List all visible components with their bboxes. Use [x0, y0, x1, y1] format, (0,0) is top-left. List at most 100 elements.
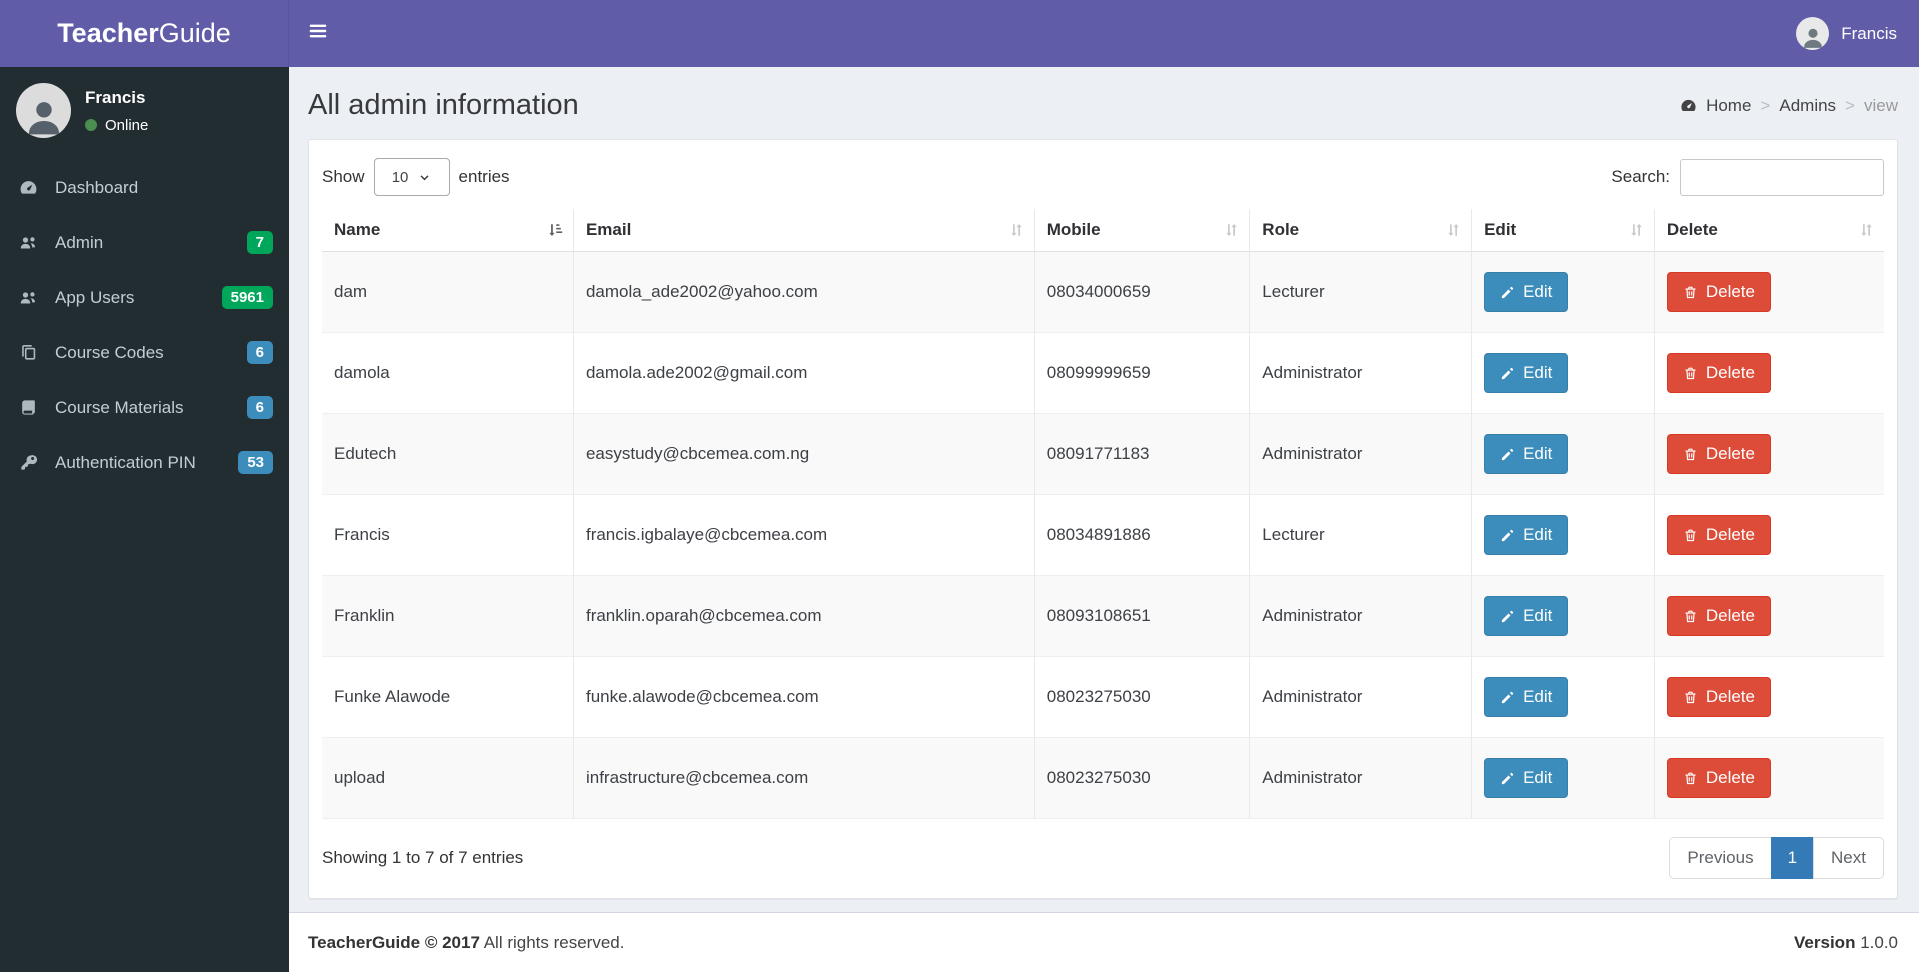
page-size-value: 10	[391, 168, 409, 186]
delete-button[interactable]: Delete	[1666, 596, 1771, 636]
sidebar-item-authentication-pin[interactable]: Authentication PIN 53	[0, 435, 289, 490]
brand-logo[interactable]: Teacher Guide	[0, 0, 289, 67]
column-header-name[interactable]: Name	[322, 209, 574, 252]
edit-button[interactable]: Edit	[1484, 758, 1569, 798]
trash-icon	[1683, 447, 1698, 462]
delete-button[interactable]: Delete	[1666, 434, 1771, 474]
show-label: Show	[322, 167, 365, 186]
delete-button[interactable]: Delete	[1666, 758, 1771, 798]
cell-edit: Edit	[1471, 494, 1655, 576]
delete-button[interactable]: Delete	[1666, 515, 1771, 555]
cell-email: franklin.oparah@cbcemea.com	[573, 575, 1035, 657]
cell-delete: Delete	[1654, 252, 1884, 333]
page-length-control: Show 10 entries	[322, 158, 510, 196]
cell-name: dam	[322, 251, 574, 333]
cell-role: Administrator	[1249, 332, 1473, 414]
sidebar-item-icon	[19, 343, 44, 362]
breadcrumb-admins-link[interactable]: Admins	[1779, 96, 1836, 116]
cell-email: infrastructure@cbcemea.com	[573, 737, 1035, 819]
edit-button[interactable]: Edit	[1484, 515, 1569, 555]
column-header-mobile[interactable]: Mobile	[1034, 209, 1251, 252]
cell-delete: Delete	[1654, 738, 1884, 819]
sidebar-avatar	[16, 83, 71, 138]
trash-icon	[1683, 528, 1698, 543]
edit-button[interactable]: Edit	[1484, 353, 1569, 393]
cell-delete: Delete	[1654, 414, 1884, 495]
pagination-page-1[interactable]: 1	[1770, 837, 1815, 879]
top-navbar: Francis	[289, 0, 1919, 67]
cell-mobile: 08099999659	[1034, 332, 1251, 414]
cell-edit: Edit	[1471, 656, 1655, 738]
sidebar-item-dashboard[interactable]: Dashboard	[0, 160, 289, 215]
pagination: Previous 1 Next	[1669, 837, 1884, 879]
chevron-down-icon	[418, 171, 431, 184]
cell-edit: Edit	[1471, 575, 1655, 657]
sidebar-item-badge: 53	[238, 451, 273, 474]
cell-email: damola.ade2002@gmail.com	[573, 332, 1035, 414]
sort-both-icon	[1445, 222, 1462, 239]
trash-icon	[1683, 690, 1698, 705]
cell-role: Administrator	[1249, 656, 1473, 738]
column-header-delete[interactable]: Delete	[1654, 209, 1884, 252]
cell-edit: Edit	[1471, 737, 1655, 819]
cell-name: Edutech	[322, 413, 574, 495]
edit-button[interactable]: Edit	[1484, 272, 1569, 312]
table-row: Funke Alawode funke.alawode@cbcemea.com …	[322, 656, 1884, 738]
sidebar-item-badge: 6	[246, 396, 273, 419]
edit-button[interactable]: Edit	[1484, 596, 1569, 636]
cell-mobile: 08023275030	[1034, 656, 1251, 738]
edit-button[interactable]: Edit	[1484, 434, 1569, 474]
sidebar-item-admin[interactable]: Admin 7	[0, 215, 289, 270]
breadcrumb-separator: >	[1845, 95, 1855, 115]
sidebar-item-course-materials[interactable]: Course Materials 6	[0, 380, 289, 435]
cell-mobile: 08034891886	[1034, 494, 1251, 576]
cell-email: damola_ade2002@yahoo.com	[573, 251, 1035, 333]
breadcrumb-home-link[interactable]: Home	[1706, 96, 1751, 116]
delete-button[interactable]: Delete	[1666, 353, 1771, 393]
column-header-edit[interactable]: Edit	[1471, 209, 1655, 252]
main-content: All admin information Home > Admins > vi…	[289, 67, 1919, 912]
pagination-next[interactable]: Next	[1813, 837, 1884, 879]
entries-summary: Showing 1 to 7 of 7 entries	[322, 848, 524, 867]
page-size-select[interactable]: 10	[373, 158, 450, 196]
navbar-user-menu[interactable]: Francis	[1774, 0, 1919, 67]
footer-version-label: Version	[1794, 932, 1856, 952]
admin-table-box: Show 10 entries Search: Name Email Mobil…	[308, 139, 1898, 899]
search-input[interactable]	[1680, 158, 1884, 196]
cell-name: upload	[322, 737, 574, 819]
trash-icon	[1683, 285, 1698, 300]
sidebar-user-panel: Francis Online	[0, 67, 289, 152]
navbar-avatar	[1796, 17, 1830, 50]
footer-copyright: TeacherGuide © 2017 All rights reserved.	[308, 933, 624, 953]
navbar-user-name: Francis	[1841, 23, 1897, 43]
sidebar: Francis Online Dashboard Admin 7 App Use…	[0, 67, 289, 972]
edit-button[interactable]: Edit	[1484, 677, 1569, 717]
column-header-role[interactable]: Role	[1249, 209, 1473, 252]
sidebar-item-course-codes[interactable]: Course Codes 6	[0, 325, 289, 380]
sidebar-item-label: Course Materials	[55, 397, 184, 417]
cell-mobile: 08023275030	[1034, 737, 1251, 819]
cell-email: funke.alawode@cbcemea.com	[573, 656, 1035, 738]
brand-light: Guide	[158, 18, 231, 48]
pencil-icon	[1500, 771, 1515, 786]
pencil-icon	[1500, 528, 1515, 543]
cell-name: Funke Alawode	[322, 656, 574, 738]
trash-icon	[1683, 366, 1698, 381]
delete-button[interactable]: Delete	[1666, 272, 1771, 312]
cell-role: Administrator	[1249, 737, 1473, 819]
pencil-icon	[1500, 609, 1515, 624]
column-header-email[interactable]: Email	[573, 209, 1035, 252]
sidebar-toggle-button[interactable]	[289, 0, 347, 67]
sidebar-item-app-users[interactable]: App Users 5961	[0, 270, 289, 325]
table-row: Francis francis.igbalaye@cbcemea.com 080…	[322, 494, 1884, 576]
delete-button[interactable]: Delete	[1666, 677, 1771, 717]
hamburger-icon	[307, 20, 329, 47]
pagination-previous[interactable]: Previous	[1669, 837, 1772, 879]
sidebar-item-icon	[19, 453, 44, 472]
cell-mobile: 08093108651	[1034, 575, 1251, 657]
footer-version: Version 1.0.0	[1794, 933, 1898, 953]
breadcrumb-separator: >	[1760, 95, 1771, 115]
trash-icon	[1683, 771, 1698, 786]
sidebar-item-label: Dashboard	[55, 177, 139, 197]
sidebar-item-icon	[19, 178, 44, 197]
